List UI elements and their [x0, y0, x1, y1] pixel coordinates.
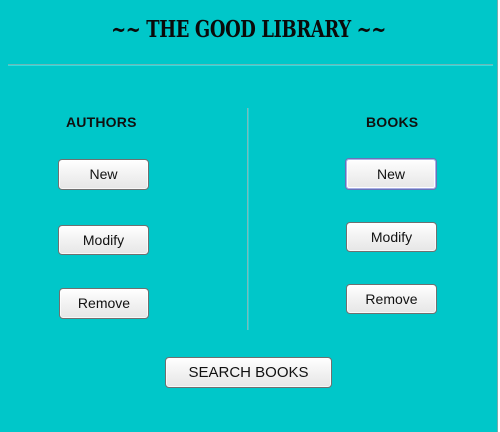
title-divider: [8, 64, 493, 66]
modify-book-label: Modify: [370, 229, 413, 245]
section-divider: [247, 108, 249, 330]
main-panel: ~~ THE GOOD LIBRARY ~~ AUTHORS New Modif…: [0, 0, 498, 432]
new-author-label: New: [89, 166, 118, 182]
app-title: ~~ THE GOOD LIBRARY ~~: [111, 16, 386, 43]
new-book-label: New: [376, 166, 405, 182]
modify-author-label: Modify: [82, 232, 125, 248]
modify-author-button[interactable]: Modify: [58, 225, 149, 255]
remove-author-label: Remove: [77, 295, 131, 311]
new-book-button[interactable]: New: [345, 158, 437, 190]
remove-book-button[interactable]: Remove: [346, 284, 437, 314]
new-author-button[interactable]: New: [58, 159, 149, 190]
remove-author-button[interactable]: Remove: [59, 288, 149, 319]
search-books-label: SEARCH BOOKS: [188, 364, 309, 381]
remove-book-label: Remove: [365, 291, 418, 307]
authors-heading: AUTHORS: [66, 114, 137, 130]
search-books-button[interactable]: SEARCH BOOKS: [165, 357, 332, 388]
books-heading: BOOKS: [366, 114, 419, 130]
modify-book-button[interactable]: Modify: [346, 222, 437, 252]
